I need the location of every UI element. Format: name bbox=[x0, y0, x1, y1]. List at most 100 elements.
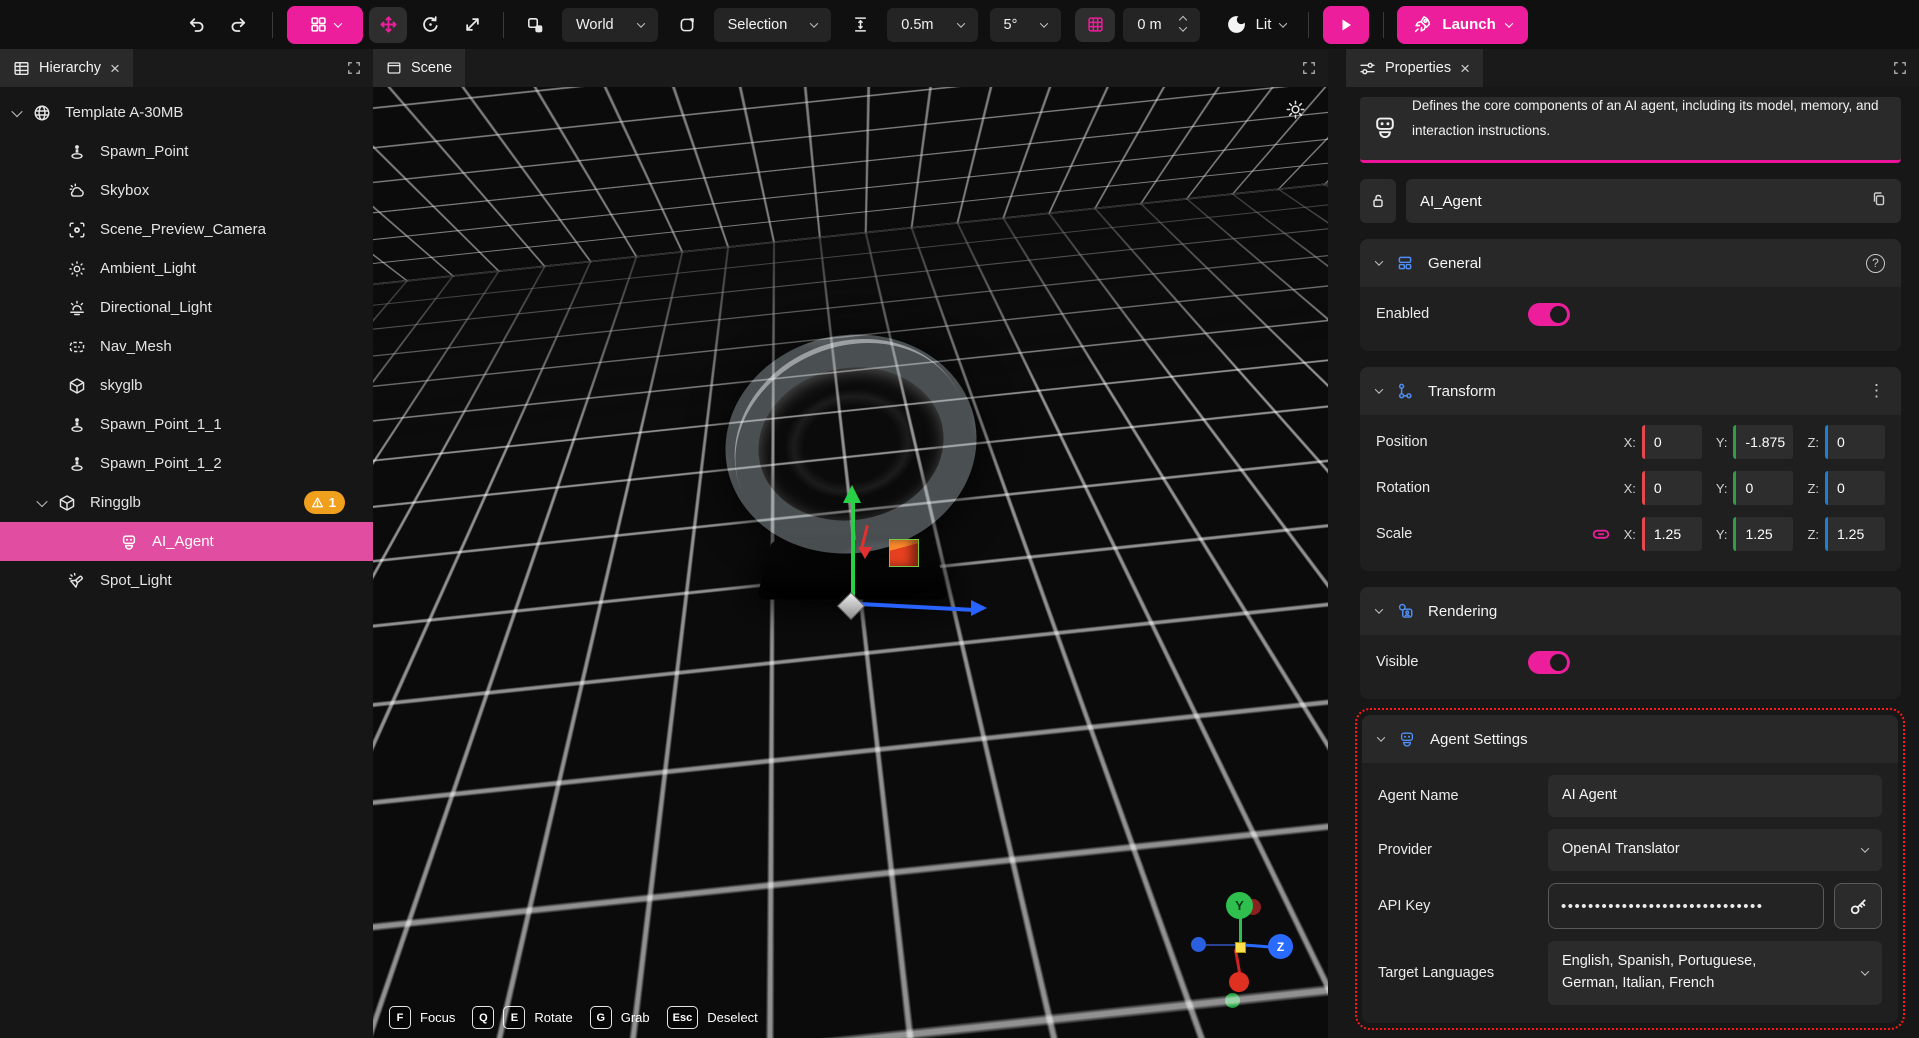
rendering-section-title: Rendering bbox=[1428, 603, 1497, 620]
skybox-icon bbox=[68, 182, 86, 200]
close-icon[interactable]: × bbox=[1460, 60, 1470, 77]
pivot-mode-button[interactable] bbox=[516, 7, 554, 43]
vertical-snap-icon bbox=[852, 16, 869, 33]
gizmo-y-axis[interactable] bbox=[851, 501, 855, 607]
general-section: General ? Enabled bbox=[1360, 239, 1901, 351]
axis-z-label: Z: bbox=[1807, 435, 1819, 450]
scale-tool-icon bbox=[463, 15, 482, 34]
tree-item-skyglb[interactable]: skyglb bbox=[0, 366, 373, 405]
tree-item-ambient-light[interactable]: Ambient_Light bbox=[0, 249, 373, 288]
rotate-snap-dropdown[interactable]: 5° bbox=[990, 8, 1062, 42]
scale-tool-button[interactable] bbox=[453, 7, 491, 43]
rendering-section: Rendering Visible bbox=[1360, 587, 1901, 699]
enabled-toggle[interactable] bbox=[1528, 303, 1570, 326]
gizmo-cube-handle[interactable] bbox=[889, 539, 919, 567]
tree-item-ringglb[interactable]: Ringglb 1 bbox=[0, 483, 373, 522]
robot-icon bbox=[1372, 114, 1398, 140]
warning-badge[interactable]: 1 bbox=[304, 491, 345, 514]
agent-settings-header[interactable]: Agent Settings bbox=[1362, 715, 1898, 763]
hint-focus: Focus bbox=[420, 1010, 455, 1025]
api-key-input[interactable]: •••••••••••••••••••••••••••••• bbox=[1548, 883, 1824, 929]
general-section-body: Enabled bbox=[1360, 287, 1901, 351]
height-snap-control[interactable]: 0 m bbox=[1123, 8, 1199, 42]
scale-z-field[interactable]: 1.25 bbox=[1825, 517, 1885, 551]
chevron-down-icon bbox=[1375, 605, 1383, 613]
scale-x-field[interactable]: 1.25 bbox=[1642, 517, 1702, 551]
hierarchy-tree: Template A-30MB Spawn_Point Skybox Scene… bbox=[0, 87, 373, 600]
transform-section-header[interactable]: Transform ⋮ bbox=[1360, 367, 1901, 415]
tree-item-template[interactable]: Template A-30MB bbox=[0, 93, 373, 132]
scene-settings-button[interactable] bbox=[1285, 99, 1306, 125]
close-icon[interactable]: × bbox=[110, 60, 120, 77]
axis-y-label: Y: bbox=[1716, 435, 1728, 450]
general-section-header[interactable]: General ? bbox=[1360, 239, 1901, 287]
api-key-button[interactable] bbox=[1834, 883, 1882, 929]
height-snap-stepper[interactable] bbox=[1180, 17, 1186, 32]
tree-item-spawn-point-1-1[interactable]: Spawn_Point_1_1 bbox=[0, 405, 373, 444]
scale-y-field[interactable]: 1.25 bbox=[1733, 517, 1793, 551]
select-mode-button[interactable] bbox=[287, 6, 363, 44]
expand-viewport-button[interactable] bbox=[1302, 61, 1316, 80]
position-y-field[interactable]: -1.875 bbox=[1733, 425, 1793, 459]
nav-ball-x[interactable] bbox=[1229, 972, 1249, 992]
rendering-section-header[interactable]: Rendering bbox=[1360, 587, 1901, 635]
nav-ball-neg-z[interactable] bbox=[1191, 937, 1206, 952]
move-snap-dropdown[interactable]: 0.5m bbox=[887, 8, 977, 42]
enabled-row: Enabled bbox=[1376, 291, 1885, 337]
expand-panel-button[interactable] bbox=[347, 61, 361, 80]
rotation-x-field[interactable]: 0 bbox=[1642, 471, 1702, 505]
shading-mode-dropdown[interactable]: Lit bbox=[1226, 14, 1287, 35]
kebab-menu-icon[interactable]: ⋮ bbox=[1868, 381, 1885, 401]
copy-button[interactable] bbox=[1871, 191, 1887, 211]
rotation-y-field[interactable]: 0 bbox=[1733, 471, 1793, 505]
visible-toggle[interactable] bbox=[1528, 651, 1570, 674]
tree-item-scene-preview-camera[interactable]: Scene_Preview_Camera bbox=[0, 210, 373, 249]
tab-scene[interactable]: Scene bbox=[373, 49, 465, 87]
tree-item-ai-agent[interactable]: AI_Agent bbox=[0, 522, 373, 561]
tree-item-spot-light[interactable]: Spot_Light bbox=[0, 561, 373, 600]
move-tool-button[interactable] bbox=[369, 7, 407, 43]
position-z-field[interactable]: 0 bbox=[1825, 425, 1885, 459]
position-x-field[interactable]: 0 bbox=[1642, 425, 1702, 459]
chevron-down-icon[interactable] bbox=[36, 495, 47, 506]
nav-ball-z[interactable]: Z bbox=[1268, 934, 1293, 959]
tree-item-skybox[interactable]: Skybox bbox=[0, 171, 373, 210]
target-languages-dropdown[interactable]: English, Spanish, Portuguese, German, It… bbox=[1548, 941, 1882, 1005]
rotation-z-field[interactable]: 0 bbox=[1825, 471, 1885, 505]
hint-rotate: Rotate bbox=[534, 1010, 572, 1025]
help-icon[interactable]: ? bbox=[1866, 254, 1885, 273]
redo-button[interactable] bbox=[220, 7, 258, 43]
play-button[interactable] bbox=[1323, 6, 1369, 44]
local-space-button[interactable] bbox=[668, 7, 706, 43]
nav-ball-neg-y[interactable] bbox=[1225, 993, 1240, 1008]
tab-hierarchy[interactable]: Hierarchy × bbox=[0, 49, 133, 87]
rocket-icon bbox=[1413, 15, 1432, 34]
tree-item-spawn-point-1-2[interactable]: Spawn_Point_1_2 bbox=[0, 444, 373, 483]
rotate-tool-button[interactable] bbox=[411, 7, 449, 43]
grid-snap-toggle-button[interactable] bbox=[1075, 8, 1115, 42]
height-snap-value: 0 m bbox=[1137, 17, 1161, 33]
coordinate-space-dropdown[interactable]: World bbox=[562, 8, 658, 42]
provider-dropdown[interactable]: OpenAI Translator bbox=[1548, 829, 1882, 871]
lock-button[interactable] bbox=[1360, 179, 1396, 223]
launch-button[interactable]: Launch bbox=[1397, 6, 1527, 44]
scale-link-icon[interactable] bbox=[1592, 527, 1610, 541]
tree-item-spawn-point[interactable]: Spawn_Point bbox=[0, 132, 373, 171]
selection-mode-dropdown[interactable]: Selection bbox=[714, 8, 832, 42]
tab-properties[interactable]: Properties × bbox=[1346, 49, 1483, 87]
entity-name-field[interactable]: AI_Agent bbox=[1406, 179, 1901, 223]
tree-item-label: Spawn_Point bbox=[100, 143, 188, 160]
expand-properties-button[interactable] bbox=[1893, 61, 1907, 80]
vertical-snap-button[interactable] bbox=[841, 7, 879, 43]
properties-sliders-icon bbox=[1359, 60, 1376, 77]
position-label: Position bbox=[1376, 434, 1610, 450]
nav-center-cube[interactable] bbox=[1235, 942, 1246, 953]
chevron-down-icon[interactable] bbox=[11, 105, 22, 116]
scene-canvas[interactable]: Y Z F Focus Q E Rotate G Gr bbox=[373, 87, 1328, 1038]
tree-item-directional-light[interactable]: Directional_Light bbox=[0, 288, 373, 327]
hierarchy-icon bbox=[13, 60, 30, 77]
agent-name-input[interactable]: AI Agent bbox=[1548, 775, 1882, 817]
nav-ball-y[interactable]: Y bbox=[1226, 892, 1253, 919]
tree-item-nav-mesh[interactable]: Nav_Mesh bbox=[0, 327, 373, 366]
undo-button[interactable] bbox=[176, 7, 214, 43]
